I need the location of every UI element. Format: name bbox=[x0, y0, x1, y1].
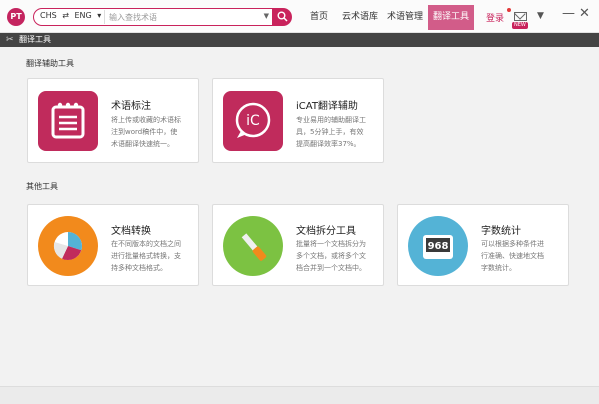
language-selector[interactable]: CHS ⇄ ENG ▾ bbox=[40, 11, 104, 20]
card-description: 批量将一个文档拆分为 多个文档，或将多个文 档合并到一个文档中。 bbox=[296, 240, 366, 272]
icat-icon: iC bbox=[223, 91, 283, 151]
card-title: 文档转换 bbox=[111, 226, 151, 237]
card-title: iCAT翻译辅助 bbox=[296, 101, 358, 112]
minimize-icon[interactable]: — bbox=[562, 7, 575, 21]
card-document-split[interactable]: 文档拆分工具 批量将一个文档拆分为 多个文档，或将多个文 档合并到一个文档中。 bbox=[212, 204, 384, 286]
card-title: 术语标注 bbox=[111, 101, 151, 112]
card-description: 在不同版本的文档之间 进行批量格式转换，支 持多种文档格式。 bbox=[111, 240, 181, 272]
card-description: 可以根据多种条件进 行准确、快速地文档 字数统计。 bbox=[481, 240, 544, 272]
title-bar: PT CHS ⇄ ENG ▾ ▼ 首页 云术语库 术语管理 翻译工具 登录 NE… bbox=[0, 0, 599, 33]
menu-dropdown-icon[interactable]: ▼ bbox=[537, 11, 544, 21]
mail-icon[interactable] bbox=[514, 12, 527, 21]
nav-translation-tools[interactable]: 翻译工具 bbox=[428, 5, 474, 30]
card-icat-assistant[interactable]: iC iCAT翻译辅助 专业易用的辅助翻译工 具，5分钟上手，有效 提高翻译效率… bbox=[212, 78, 384, 163]
term-search-input[interactable] bbox=[104, 10, 264, 24]
group-title-assist: 翻译辅助工具 bbox=[26, 59, 74, 68]
status-bar bbox=[0, 386, 599, 404]
word-count-icon: 968 bbox=[408, 216, 468, 276]
section-title: 翻译工具 bbox=[19, 35, 51, 44]
target-language: ENG bbox=[74, 11, 92, 20]
section-header: ✂ 翻译工具 bbox=[0, 33, 599, 47]
document-conversion-icon bbox=[38, 216, 98, 276]
nav-term-management[interactable]: 术语管理 bbox=[384, 5, 426, 30]
card-title: 文档拆分工具 bbox=[296, 226, 356, 237]
close-icon[interactable]: ✕ bbox=[579, 7, 590, 21]
search-button[interactable] bbox=[273, 8, 292, 26]
search-box: CHS ⇄ ENG ▾ ▼ bbox=[33, 8, 273, 26]
card-title: 字数统计 bbox=[481, 226, 521, 237]
card-term-annotation[interactable]: 术语标注 将上传或收藏的术语标 注到word稿件中，使 术语翻译快速统一。 bbox=[27, 78, 199, 163]
nav-home[interactable]: 首页 bbox=[306, 5, 332, 30]
app-logo: PT bbox=[7, 8, 25, 26]
card-word-count[interactable]: 968 字数统计 可以根据多种条件进 行准确、快速地文档 字数统计。 bbox=[397, 204, 569, 286]
tools-icon: ✂ bbox=[6, 35, 14, 45]
login-link[interactable]: 登录 bbox=[486, 11, 504, 24]
search-history-dropdown-icon[interactable]: ▼ bbox=[264, 12, 269, 20]
term-annotation-icon bbox=[38, 91, 98, 151]
svg-text:968: 968 bbox=[428, 241, 449, 252]
card-description: 专业易用的辅助翻译工 具，5分钟上手，有效 提高翻译效率37%。 bbox=[296, 116, 366, 148]
source-language: CHS bbox=[40, 11, 57, 20]
card-description: 将上传或收藏的术语标 注到word稿件中，使 术语翻译快速统一。 bbox=[111, 116, 181, 148]
new-badge: NEW bbox=[512, 22, 528, 29]
search-icon bbox=[277, 11, 288, 22]
notification-dot bbox=[507, 8, 511, 12]
card-document-conversion[interactable]: 文档转换 在不同版本的文档之间 进行批量格式转换，支 持多种文档格式。 bbox=[27, 204, 199, 286]
nav-cloud-termbase[interactable]: 云术语库 bbox=[338, 5, 382, 30]
swap-languages-icon[interactable]: ⇄ bbox=[62, 11, 69, 20]
group-title-other: 其他工具 bbox=[26, 182, 58, 191]
svg-text:iC: iC bbox=[246, 113, 260, 129]
document-split-icon bbox=[223, 216, 283, 276]
language-dropdown-icon[interactable]: ▾ bbox=[97, 11, 101, 20]
